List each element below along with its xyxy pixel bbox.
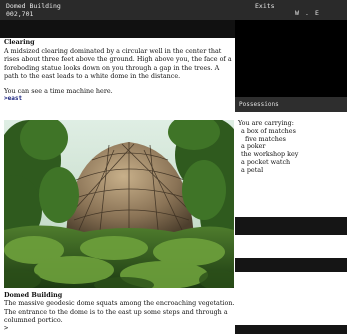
room-description: A midsized clearing dominated by a circu… <box>4 46 232 81</box>
status-bar: Domed Building 002,701 Exits W.E <box>0 0 347 20</box>
score: 002,701 <box>6 9 34 18</box>
room-description: The massive geodesic dome squats among t… <box>4 299 235 325</box>
exit-east[interactable]: E <box>312 9 322 18</box>
command-prompt[interactable]: > <box>4 324 8 332</box>
room-objects: You can see a time machine here. <box>4 86 113 95</box>
exits-compass: W.E <box>292 9 322 18</box>
dark-band <box>235 325 347 334</box>
room-clearing: Clearing A midsized clearing dominated b… <box>4 38 232 96</box>
dark-band <box>235 258 347 272</box>
command-echo: >east <box>4 95 23 102</box>
possessions-header: Possessions <box>235 97 347 112</box>
room-title: Clearing <box>4 38 35 46</box>
exit-west[interactable]: W <box>292 9 302 18</box>
room-title: Domed Building <box>4 291 63 299</box>
map-pane <box>235 20 347 97</box>
possessions-title: Possessions <box>239 101 279 108</box>
exits-label: Exits <box>255 2 275 10</box>
exit-center: . <box>305 9 309 17</box>
dark-band <box>235 217 347 235</box>
status-location-block: Domed Building 002,701 <box>6 2 61 18</box>
inventory-panel: You are carrying: a box of matches five … <box>238 119 344 175</box>
inventory-list: a box of matches five matches a poker th… <box>238 127 344 175</box>
inventory-item: a petal <box>241 165 264 174</box>
scene-illustration <box>4 120 234 288</box>
room-domed-building: Domed Building The massive geodesic dome… <box>4 291 236 325</box>
dome-jungle-image <box>4 120 234 288</box>
dark-band <box>0 20 235 38</box>
